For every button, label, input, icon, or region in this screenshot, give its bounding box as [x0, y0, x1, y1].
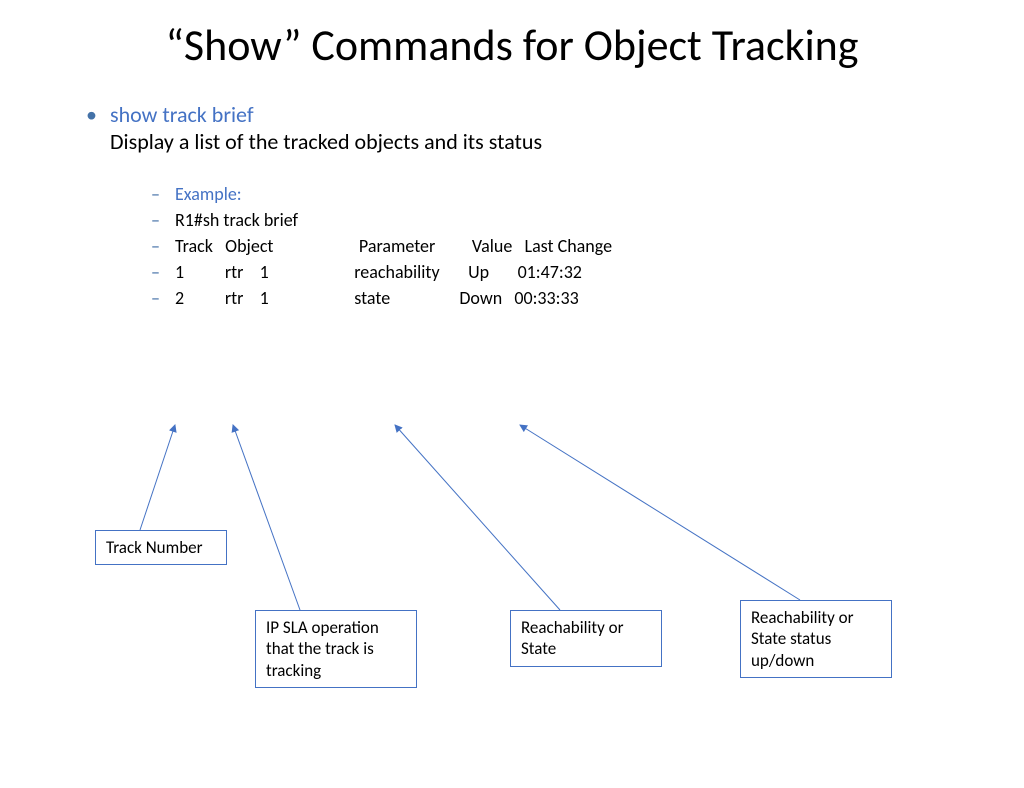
example-label: Example: [175, 183, 242, 205]
command-name: show track brief [110, 101, 254, 128]
output-line: 1 rtr 1 reachability Up 01:47:32 [175, 261, 1024, 283]
callout-status: Reachability or State status up/down [740, 600, 892, 678]
callout-reachability-state: Reachability or State [510, 610, 662, 667]
callout-track-number: Track Number [95, 530, 227, 565]
output-line: Track Object Parameter Value Last Change [175, 235, 1024, 257]
output-line: R1#sh track brief [175, 209, 1024, 231]
page-title: “Show” Commands for Object Tracking [80, 20, 944, 71]
example-block: Example: R1#sh track brief Track Object … [175, 183, 1024, 309]
output-line: 2 rtr 1 state Down 00:33:33 [175, 287, 1024, 309]
callout-ip-sla: IP SLA operation that the track is track… [255, 610, 417, 688]
main-bullet: show track brief Display a list of the t… [110, 101, 1024, 155]
command-description: Display a list of the tracked objects an… [110, 128, 542, 155]
